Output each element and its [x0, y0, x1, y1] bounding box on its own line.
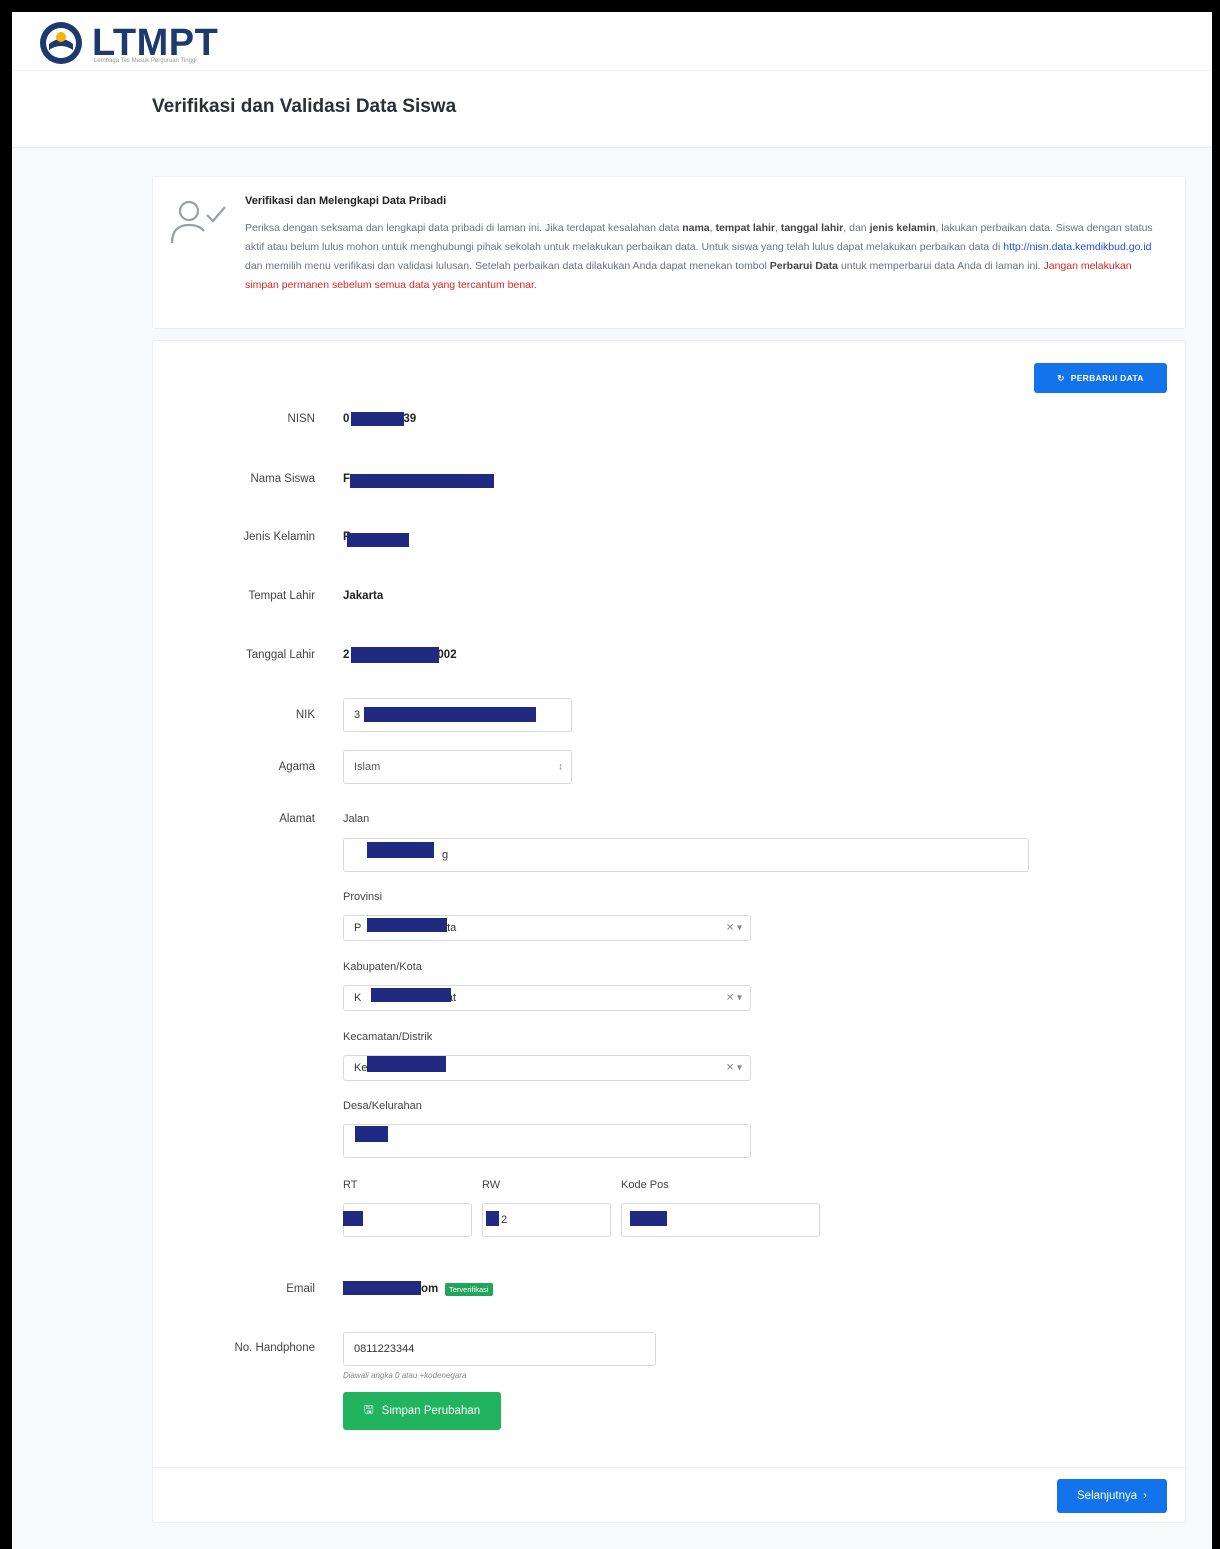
ltmpt-emblem-icon [40, 22, 82, 64]
info-title: Verifikasi dan Melengkapi Data Pribadi [245, 195, 447, 207]
nisn-link[interactable]: http://nisn.data.kemdikbud.go.id [1003, 241, 1151, 253]
select-clear-icon[interactable]: ✕ ▾ [726, 1063, 742, 1074]
kabupaten-value-start: K [354, 992, 362, 1004]
value-nisn-end: 39 [403, 413, 417, 425]
select-clear-icon[interactable]: ✕ ▾ [726, 993, 742, 1004]
value-nisn-start: 0 [343, 413, 350, 425]
label-tanggal-lahir: Tanggal Lahir [245, 649, 315, 661]
select-arrows-icon: ↕ [558, 761, 563, 773]
logo-text: LTMPT [92, 22, 219, 64]
info-card: Verifikasi dan Melengkapi Data Pribadi P… [152, 176, 1186, 329]
redaction-block [367, 1056, 446, 1072]
info-text-part: Periksa dengan seksama dan lengkapi data… [245, 222, 683, 234]
label-agama: Agama [278, 761, 315, 773]
handphone-input[interactable]: 0811223344 [343, 1332, 656, 1366]
next-label: Selanjutnya [1077, 1490, 1138, 1502]
page-title: Verifikasi dan Validasi Data Siswa [152, 96, 457, 117]
save-label: Simpan Perubahan [381, 1405, 481, 1417]
provinsi-value-start: P [354, 922, 362, 934]
top-header: LTMPT Lembaga Tes Masuk Perguruan Tinggi… [12, 12, 1212, 148]
redaction-block [343, 1281, 421, 1295]
redaction-block [350, 474, 494, 488]
next-button[interactable]: Selanjutnya › [1057, 1479, 1167, 1513]
redaction-block [351, 412, 404, 426]
chevron-right-icon: › [1143, 1490, 1147, 1502]
form-card: ↻ PERBARUI DATA NISN 0 39 Nama Siswa F Je… [152, 340, 1186, 1523]
label-jenis-kelamin: Jenis Kelamin [243, 531, 315, 543]
redaction-block [364, 707, 536, 722]
info-text-part: dan memilih menu verifikasi dan validasi… [245, 260, 770, 272]
redaction-block [343, 1211, 363, 1226]
refresh-label: PERBARUI DATA [1070, 373, 1144, 383]
save-icon: 🖫 [363, 1403, 374, 1416]
info-bold-tempat: tempat lahir [715, 222, 775, 234]
refresh-icon: ↻ [1057, 372, 1065, 383]
kecamatan-value-start: Ke [354, 1062, 368, 1074]
redaction-block [355, 1126, 388, 1142]
redaction-block [367, 842, 434, 858]
label-nisn: NISN [287, 413, 315, 425]
page-frame: LTMPT Lembaga Tes Masuk Perguruan Tinggi… [12, 12, 1212, 1549]
verified-badge: Terverifikasi [445, 1283, 493, 1296]
user-check-icon [170, 200, 226, 244]
card-footer-divider [153, 1467, 1185, 1468]
info-description: Periksa dengan seksama dan lengkapi data… [245, 219, 1165, 295]
info-bold-perbarui: Perbarui Data [769, 260, 839, 272]
jalan-input[interactable]: g [343, 838, 1029, 872]
label-rt: RT [343, 1179, 358, 1191]
info-bold-nama: nama [682, 222, 710, 234]
rw-input[interactable]: 2 [482, 1203, 611, 1237]
handphone-value: 0811223344 [354, 1343, 415, 1355]
redaction-block [371, 988, 451, 1002]
info-bold-tanggal: tanggal lahir [780, 222, 844, 234]
value-email-end: om [421, 1283, 439, 1295]
label-kecamatan: Kecamatan/Distrik [343, 1031, 433, 1043]
value-tanggal-start: 2 [343, 649, 350, 661]
label-handphone: No. Handphone [234, 1342, 315, 1354]
handphone-hint: Diawali angka 0 atau +kodenegara [343, 1371, 467, 1380]
select-clear-icon[interactable]: ✕ ▾ [726, 923, 742, 934]
jalan-value: g [442, 849, 449, 861]
label-jalan: Jalan [343, 813, 370, 825]
label-kode-pos: Kode Pos [621, 1179, 669, 1191]
agama-selected-value: Islam [354, 761, 381, 773]
value-tanggal-end: 002 [437, 649, 457, 661]
value-tempat-lahir: Jakarta [343, 590, 384, 602]
info-bold-jk: jenis kelamin [869, 222, 936, 234]
label-desa: Desa/Kelurahan [343, 1100, 422, 1112]
rw-value: 2 [501, 1214, 508, 1226]
redaction-block [630, 1211, 667, 1226]
desa-input[interactable] [343, 1124, 751, 1158]
save-changes-button[interactable]: 🖫 Simpan Perubahan [343, 1392, 501, 1430]
refresh-data-button[interactable]: ↻ PERBARUI DATA [1034, 363, 1167, 393]
info-text-sep: , dan [843, 222, 870, 234]
redaction-block [351, 647, 439, 663]
logo-subtitle: Lembaga Tes Masuk Perguruan Tinggi [94, 58, 197, 64]
label-tempat-lahir: Tempat Lahir [248, 590, 315, 602]
header-divider [12, 70, 1212, 71]
label-alamat: Alamat [279, 813, 315, 825]
agama-select[interactable]: Islam ↕ [343, 750, 572, 784]
redaction-block [367, 918, 447, 932]
label-email: Email [286, 1283, 315, 1295]
label-rw: RW [482, 1179, 501, 1191]
label-nama: Nama Siswa [250, 473, 315, 485]
label-provinsi: Provinsi [343, 891, 383, 903]
redaction-block [486, 1211, 499, 1226]
label-kabupaten: Kabupaten/Kota [343, 961, 422, 973]
info-text-part: untuk memperbarui data Anda di laman ini… [838, 260, 1044, 272]
nik-value: 3 [354, 709, 361, 721]
label-nik: NIK [295, 709, 315, 721]
value-nama: F [343, 473, 351, 485]
redaction-block [347, 533, 409, 547]
